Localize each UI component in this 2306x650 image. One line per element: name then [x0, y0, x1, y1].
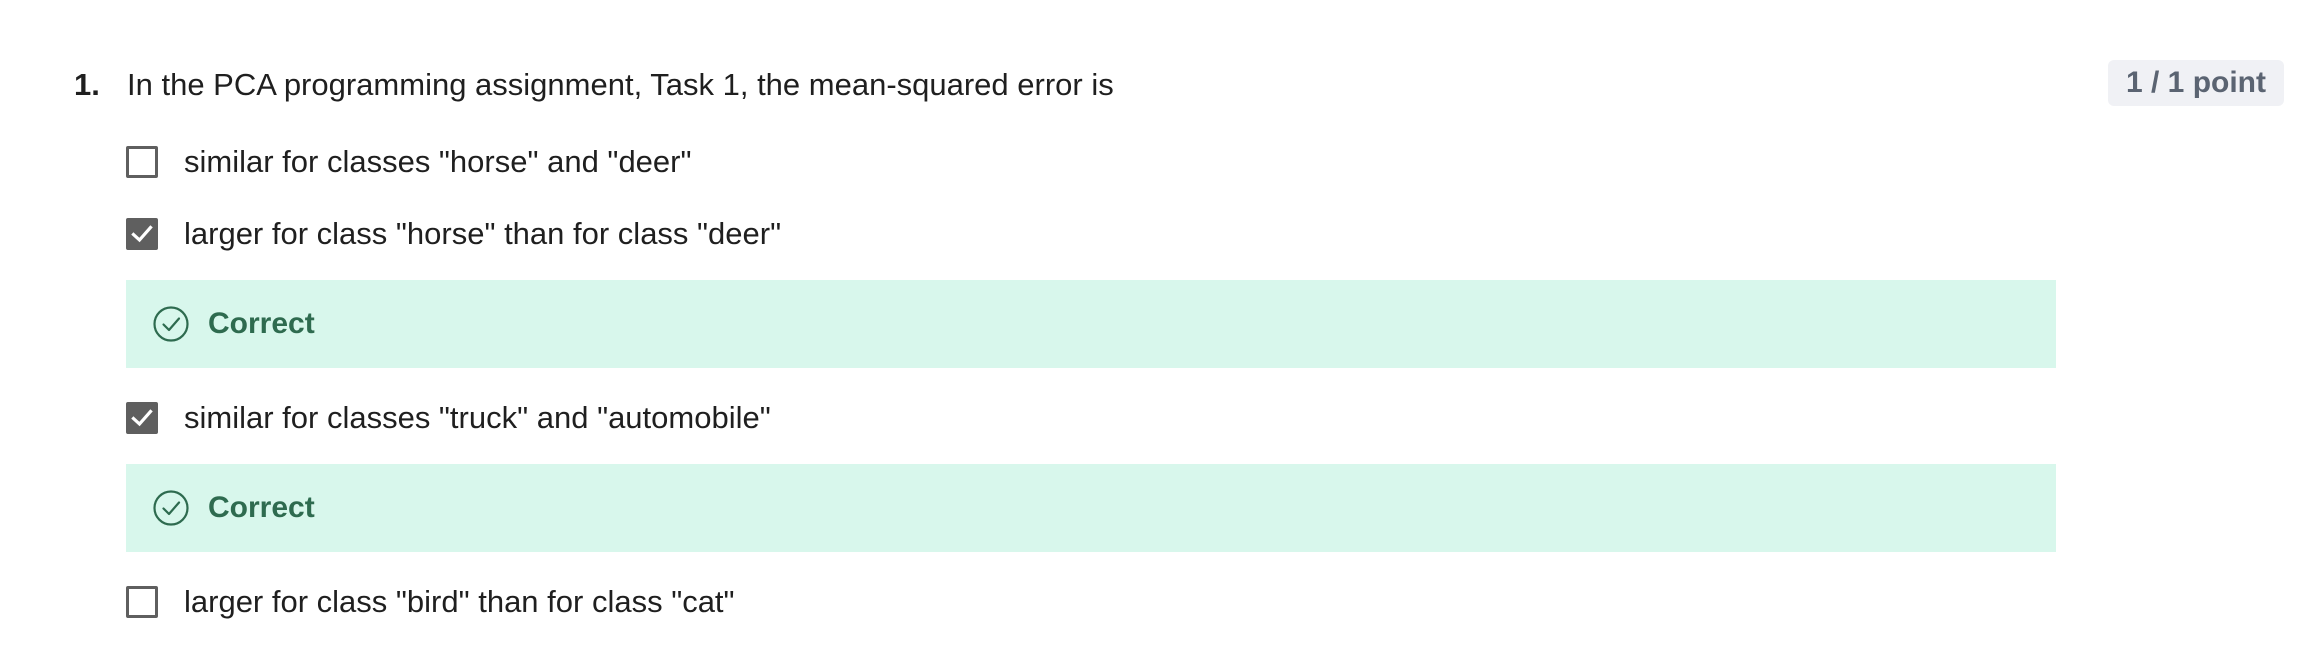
option-4-label: larger for class "bird" than for class "… — [184, 584, 735, 619]
option-2-label: larger for class "horse" than for class … — [184, 216, 782, 251]
option-3-label: similar for classes "truck" and "automob… — [184, 400, 771, 435]
option-2-feedback: Correct — [126, 280, 2056, 368]
option-3-checkbox[interactable] — [126, 402, 158, 434]
question-number: 1. — [74, 67, 100, 102]
option-4-checkbox[interactable] — [126, 586, 158, 618]
feedback-label: Correct — [208, 491, 315, 524]
answer-options: similar for classes "horse" and "deer" l… — [126, 138, 2056, 626]
question-header: 1. In the PCA programming assignment, Ta… — [74, 60, 2284, 110]
option-1-checkbox[interactable] — [126, 146, 158, 178]
option-4[interactable]: larger for class "bird" than for class "… — [126, 578, 2056, 626]
option-1[interactable]: similar for classes "horse" and "deer" — [126, 138, 2056, 186]
checkmark-icon — [131, 225, 153, 243]
option-1-label: similar for classes "horse" and "deer" — [184, 144, 692, 179]
check-circle-icon — [153, 306, 189, 342]
option-3-feedback: Correct — [126, 464, 2056, 552]
feedback-label: Correct — [208, 307, 315, 340]
checkmark-icon — [131, 409, 153, 427]
option-3[interactable]: similar for classes "truck" and "automob… — [126, 394, 2056, 442]
option-2-checkbox[interactable] — [126, 218, 158, 250]
check-circle-icon — [153, 490, 189, 526]
option-2[interactable]: larger for class "horse" than for class … — [126, 210, 2056, 258]
points-badge: 1 / 1 point — [2107, 60, 2284, 106]
question-text: In the PCA programming assignment, Task … — [127, 67, 1114, 102]
